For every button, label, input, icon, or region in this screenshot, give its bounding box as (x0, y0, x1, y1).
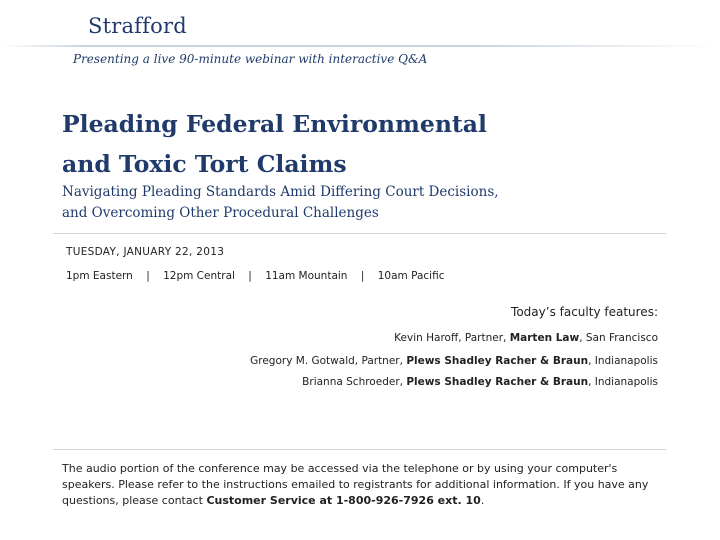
webinar-times: 1pm Eastern | 12pm Central | 11am Mounta… (66, 270, 444, 282)
header-divider (0, 45, 720, 47)
faculty-member: Brianna Schroeder, Plews Shadley Racher … (302, 376, 658, 388)
time-central: 12pm Central (163, 270, 235, 282)
time-separator: | (360, 270, 365, 282)
strafford-logo: Strafford (88, 14, 187, 38)
faculty-member: Kevin Haroff, Partner, Marten Law, San F… (394, 332, 658, 344)
customer-service-contact: Customer Service at 1-800-926-7926 ext. … (206, 494, 481, 507)
webinar-date: TUESDAY, JANUARY 22, 2013 (66, 246, 225, 258)
time-separator: | (248, 270, 252, 282)
section-divider-top (53, 233, 666, 234)
subtitle-line-1: Navigating Pleading Standards Amid Diffe… (62, 184, 499, 200)
faculty-firm: Plews Shadley Racher & Braun (406, 376, 589, 388)
time-separator: | (146, 270, 150, 282)
title-line-2: and Toxic Tort Claims (62, 150, 347, 178)
tagline: Presenting a live 90-minute webinar with… (73, 52, 428, 66)
subtitle-line-2: and Overcoming Other Procedural Challeng… (62, 205, 379, 221)
time-pacific: 10am Pacific (377, 270, 445, 282)
audio-instructions: The audio portion of the conference may … (62, 461, 662, 509)
audio-end: . (480, 494, 485, 507)
title-line-1: Pleading Federal Environmental (62, 110, 487, 138)
time-mountain: 11am Mountain (265, 270, 348, 282)
faculty-heading: Today’s faculty features: (511, 305, 658, 319)
faculty-name: Kevin Haroff, Partner, (394, 332, 507, 344)
faculty-name: Brianna Schroeder, (302, 376, 403, 388)
faculty-name: Gregory M. Gotwald, Partner, (250, 355, 403, 367)
faculty-city: , Indianapolis (588, 376, 658, 388)
page-title: Pleading Federal Environmental and Toxic… (62, 104, 662, 184)
faculty-city: , San Francisco (579, 332, 658, 344)
faculty-city: , Indianapolis (588, 355, 658, 367)
time-eastern: 1pm Eastern (66, 270, 133, 282)
faculty-firm: Marten Law (509, 332, 580, 344)
section-divider-bottom (53, 449, 666, 450)
faculty-firm: Plews Shadley Racher & Braun (406, 355, 589, 367)
subtitle: Navigating Pleading Standards Amid Diffe… (62, 182, 662, 224)
faculty-member: Gregory M. Gotwald, Partner, Plews Shadl… (250, 355, 658, 367)
